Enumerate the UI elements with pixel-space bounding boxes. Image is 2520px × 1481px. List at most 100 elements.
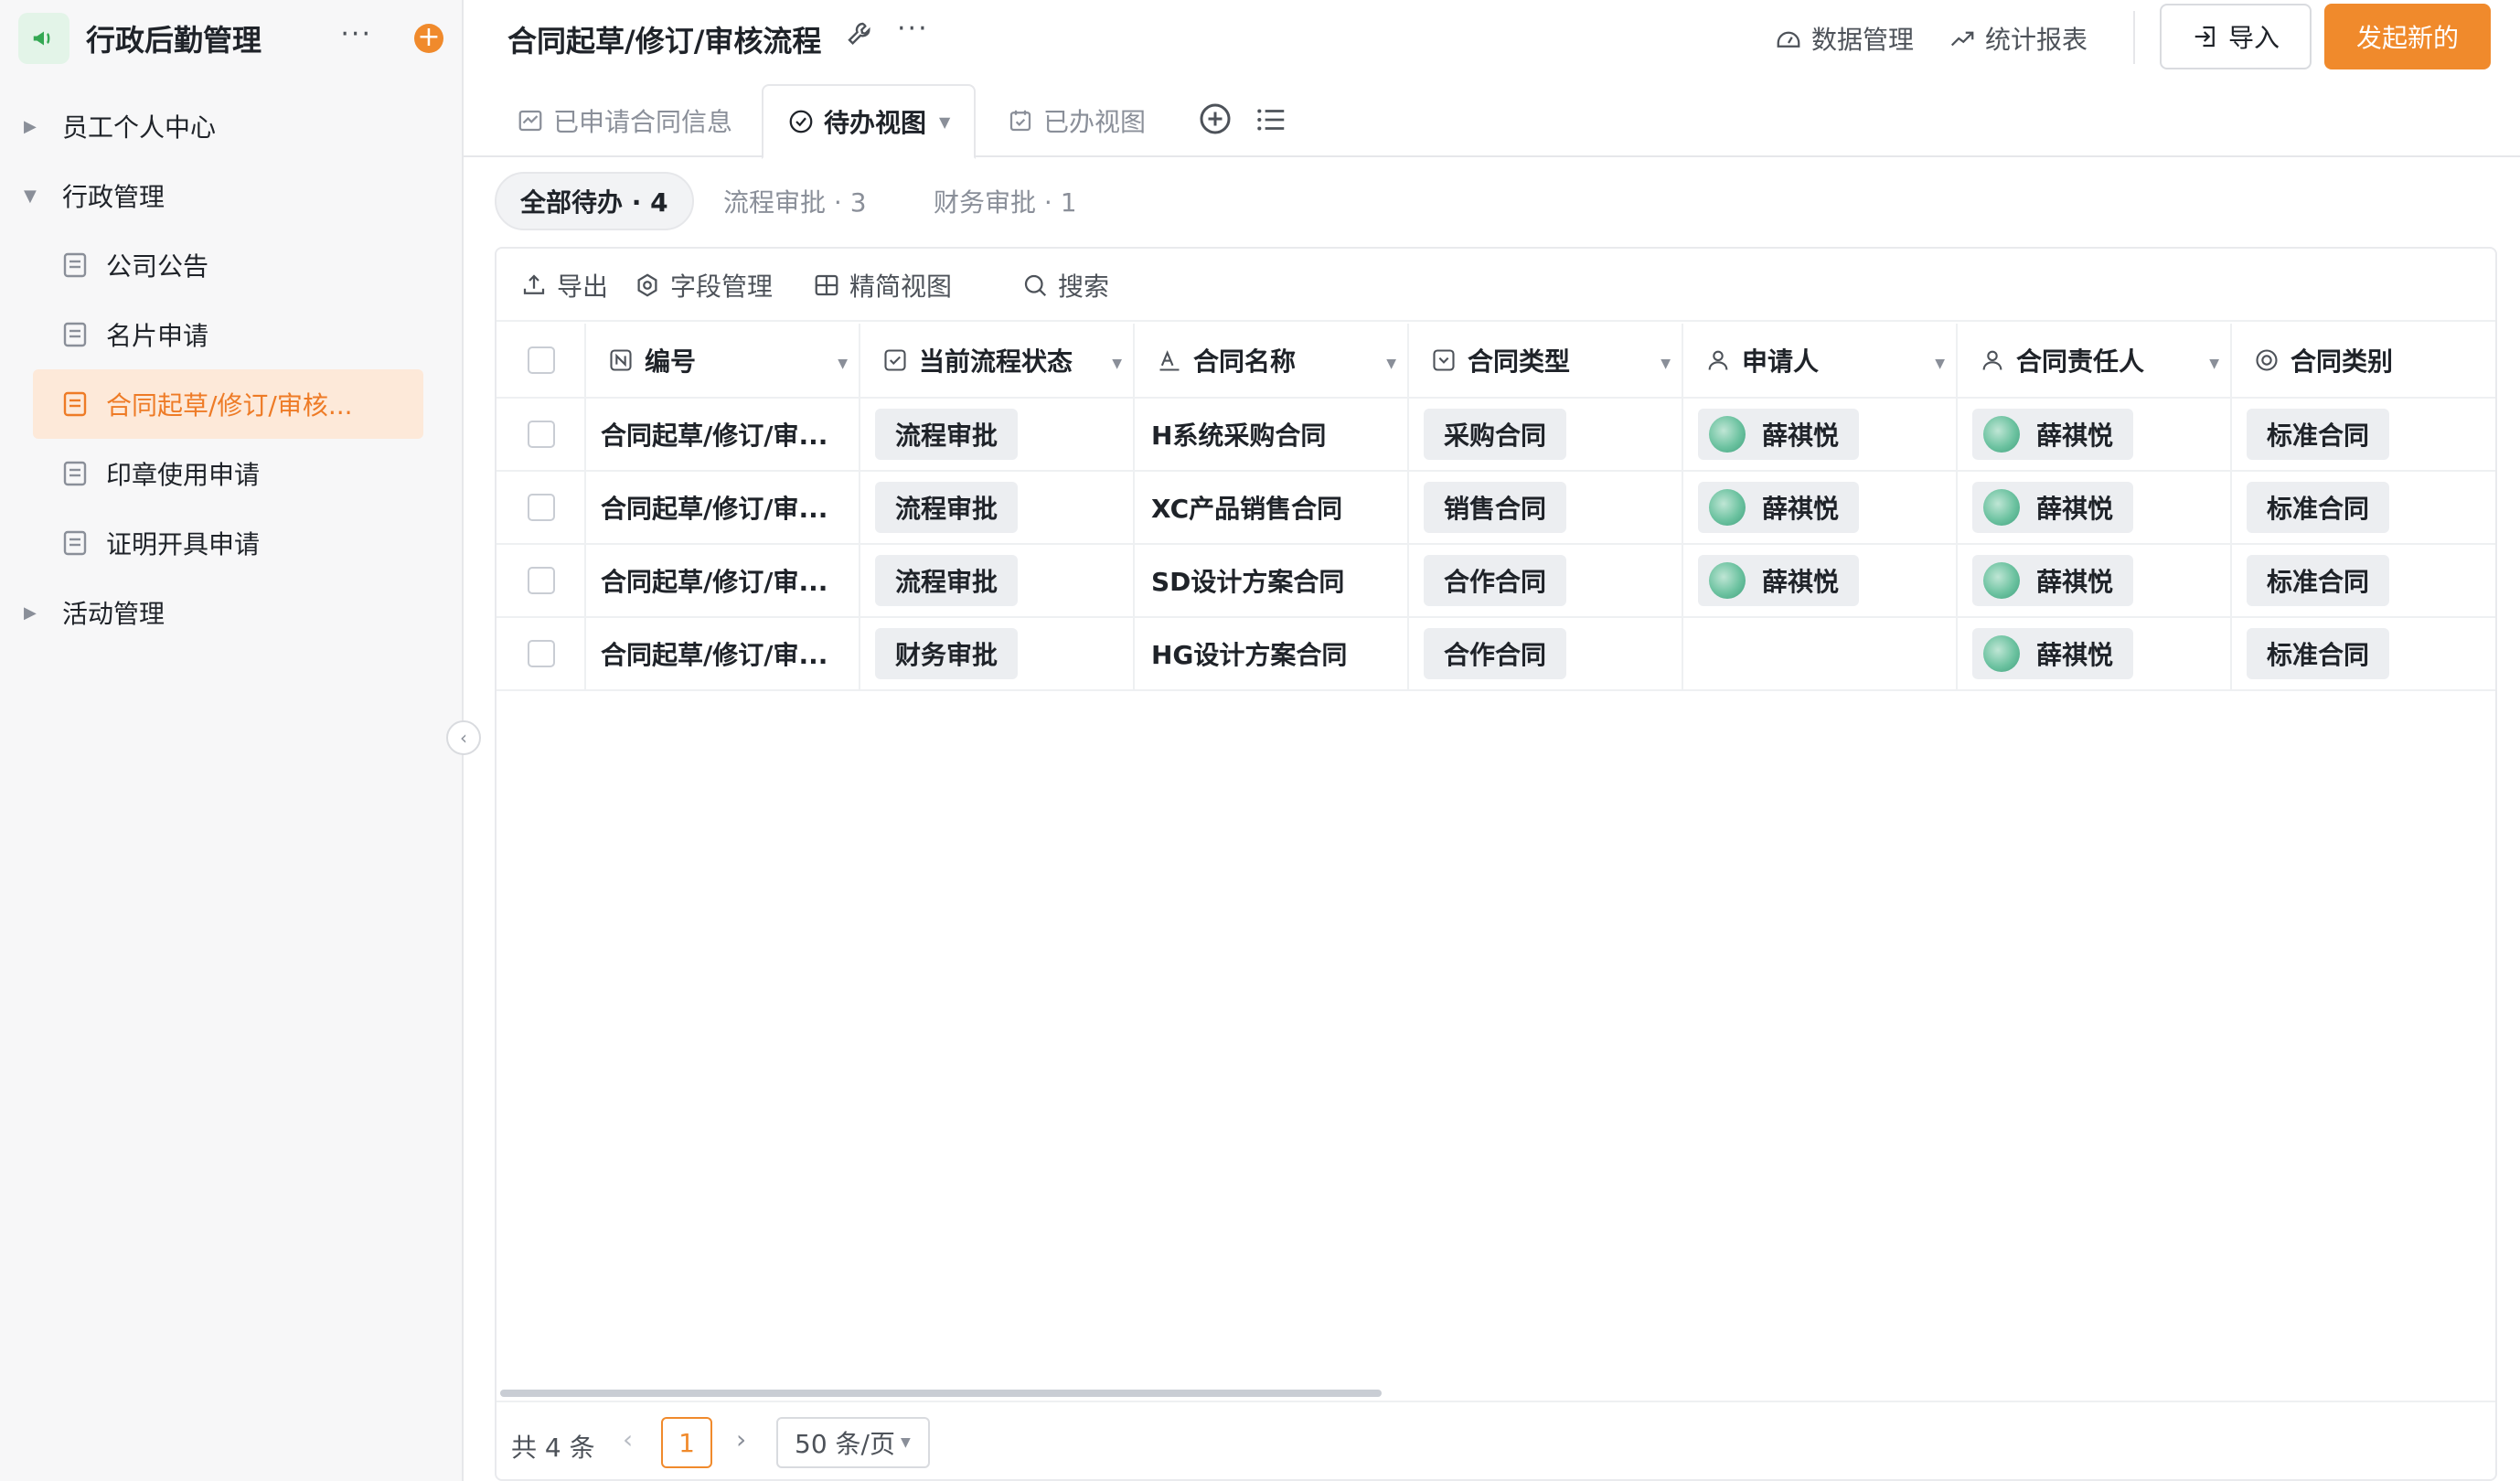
field-management-button[interactable]: 字段管理 (634, 267, 773, 304)
chevron-left-icon[interactable]: ‹ (623, 1424, 633, 1454)
cell-contract-name[interactable]: SD设计方案合同 (1135, 545, 1409, 616)
nav-item-contract-flow[interactable]: 合同起草/修订/审核... (33, 369, 423, 439)
column-header-category[interactable]: 合同类别 (2232, 324, 2495, 397)
category-tag: 标准合同 (2247, 555, 2390, 606)
document-icon (63, 530, 87, 556)
cell-status[interactable]: 流程审批 (860, 472, 1135, 543)
cell-contract-name[interactable]: XC产品销售合同 (1135, 472, 1409, 543)
export-button[interactable]: 导出 (520, 267, 608, 304)
status-tag: 流程审批 (875, 482, 1019, 533)
cell-applicant[interactable]: 薛祺悦 (1683, 472, 1958, 543)
cell-contract-type[interactable]: 销售合同 (1409, 472, 1683, 543)
filter-finance-approval[interactable]: 财务审批 · 1 (934, 172, 1077, 230)
compact-view-button[interactable]: 精简视图 (813, 267, 952, 304)
nav-group-employee-center[interactable]: ▶ 员工个人中心 (0, 91, 464, 161)
tab-done-view[interactable]: 已办视图 (1007, 84, 1146, 157)
tab-label: 待办视图 (824, 108, 927, 138)
nav-item-announcements[interactable]: 公司公告 (0, 230, 464, 300)
cell-status[interactable]: 财务审批 (860, 618, 1135, 689)
cell-id[interactable]: 合同起草/修订/审... (586, 618, 860, 689)
import-label: 导入 (2227, 23, 2280, 53)
search-button[interactable]: 搜索 (1021, 267, 1109, 304)
row-checkbox[interactable] (528, 494, 555, 521)
cell-applicant[interactable]: 薛祺悦 (1683, 399, 1958, 470)
horizontal-scrollbar[interactable] (500, 1390, 1382, 1397)
filter-all-pending[interactable]: 全部待办 · 4 (495, 172, 694, 230)
megaphone-icon (18, 13, 69, 64)
caret-down-icon[interactable]: ▼ (838, 357, 848, 371)
chevron-right-icon[interactable]: › (736, 1424, 746, 1454)
page-size-select[interactable]: 50 条/页 ▼ (776, 1417, 930, 1468)
caret-down-icon[interactable]: ▼ (1112, 357, 1122, 371)
caret-down-icon[interactable]: ▼ (2209, 357, 2219, 371)
cell-category[interactable]: 标准合同 (2232, 545, 2495, 616)
wrench-icon[interactable] (846, 20, 875, 49)
column-header-applicant[interactable]: 申请人 ▼ (1683, 324, 1958, 397)
column-header-type[interactable]: 合同类型 ▼ (1409, 324, 1683, 397)
more-icon[interactable]: ··· (897, 13, 929, 45)
cell-id[interactable]: 合同起草/修订/审... (586, 472, 860, 543)
column-label: 当前流程状态 (919, 346, 1073, 377)
row-checkbox[interactable] (528, 421, 555, 448)
search-icon (1024, 274, 1047, 297)
nav-group-admin[interactable]: ▼ 行政管理 (0, 161, 464, 230)
cell-contract-name[interactable]: HG设计方案合同 (1135, 618, 1409, 689)
caret-down-icon[interactable]: ▼ (1660, 357, 1671, 371)
caret-down-icon[interactable]: ▼ (939, 113, 950, 131)
nav-item-business-card[interactable]: 名片申请 (0, 300, 464, 369)
cell-owner[interactable]: 薛祺悦 (1958, 545, 2232, 616)
cell-contract-type[interactable]: 合作合同 (1409, 618, 1683, 689)
nav-item-seal-usage[interactable]: 印章使用申请 (0, 439, 464, 508)
cell-status[interactable]: 流程审批 (860, 399, 1135, 470)
table-row[interactable]: 合同起草/修订/审... 流程审批 SD设计方案合同 合作合同 薛祺悦 薛祺悦 … (497, 545, 2495, 618)
column-header-owner[interactable]: 合同责任人 ▼ (1958, 324, 2232, 397)
cell-contract-name[interactable]: H系统采购合同 (1135, 399, 1409, 470)
select-field-icon (1433, 349, 1455, 371)
nav-item-certificate[interactable]: 证明开具申请 (0, 508, 464, 578)
column-header-status[interactable]: 当前流程状态 ▼ (860, 324, 1135, 397)
tab-applied-contracts[interactable]: 已申请合同信息 (517, 84, 732, 157)
table-row[interactable]: 合同起草/修订/审... 财务审批 HG设计方案合同 合作合同 薛祺悦 标准合同 (497, 618, 2495, 691)
tab-pending-view[interactable]: 待办视图 ▼ (762, 84, 977, 159)
stats-report-link[interactable]: 统计报表 (1949, 20, 2088, 57)
table-row[interactable]: 合同起草/修订/审... 流程审批 H系统采购合同 采购合同 薛祺悦 薛祺悦 标… (497, 399, 2495, 472)
avatar (1709, 562, 1746, 599)
cell-contract-type[interactable]: 合作合同 (1409, 545, 1683, 616)
data-management-link[interactable]: 数据管理 (1775, 20, 1914, 57)
cell-id[interactable]: 合同起草/修订/审... (586, 545, 860, 616)
cell-applicant[interactable] (1683, 618, 1958, 689)
cell-contract-type[interactable]: 采购合同 (1409, 399, 1683, 470)
collapse-sidebar-icon[interactable]: ‹ (446, 720, 481, 755)
cell-status[interactable]: 流程审批 (860, 545, 1135, 616)
document-icon (63, 322, 87, 347)
select-all-checkbox[interactable] (528, 346, 555, 374)
nav-group-activities[interactable]: ▶ 活动管理 (0, 578, 464, 647)
view-list-icon[interactable] (1254, 102, 1288, 137)
cell-id[interactable]: 合同起草/修订/审... (586, 399, 860, 470)
column-header-name[interactable]: 合同名称 ▼ (1135, 324, 1409, 397)
row-checkbox[interactable] (528, 567, 555, 594)
column-header-id[interactable]: 编号 ▼ (586, 324, 860, 397)
cell-owner[interactable]: 薛祺悦 (1958, 472, 2232, 543)
cell-applicant[interactable]: 薛祺悦 (1683, 545, 1958, 616)
filter-process-approval[interactable]: 流程审批 · 3 (723, 172, 867, 230)
cell-owner[interactable]: 薛祺悦 (1958, 618, 2232, 689)
add-icon[interactable]: + (414, 24, 443, 53)
cell-owner[interactable]: 薛祺悦 (1958, 399, 2232, 470)
cell-category[interactable]: 标准合同 (2232, 618, 2495, 689)
start-new-button[interactable]: 发起新的 (2324, 4, 2491, 69)
more-icon[interactable]: ··· (340, 18, 372, 50)
row-checkbox[interactable] (528, 640, 555, 667)
column-label: 编号 (645, 346, 697, 377)
caret-down-icon[interactable]: ▼ (1386, 357, 1396, 371)
tab-label: 已办视图 (1043, 107, 1147, 137)
cell-category[interactable]: 标准合同 (2232, 399, 2495, 470)
table-row[interactable]: 合同起草/修订/审... 流程审批 XC产品销售合同 销售合同 薛祺悦 薛祺悦 … (497, 472, 2495, 545)
person-name: 薛祺悦 (2036, 640, 2114, 670)
page-number-current[interactable]: 1 (661, 1417, 712, 1468)
caret-down-icon[interactable]: ▼ (1935, 357, 1945, 371)
import-button[interactable]: 导入 (2160, 4, 2312, 69)
person-chip: 薛祺悦 (1972, 628, 2134, 679)
add-view-icon[interactable] (1197, 101, 1233, 137)
cell-category[interactable]: 标准合同 (2232, 472, 2495, 543)
